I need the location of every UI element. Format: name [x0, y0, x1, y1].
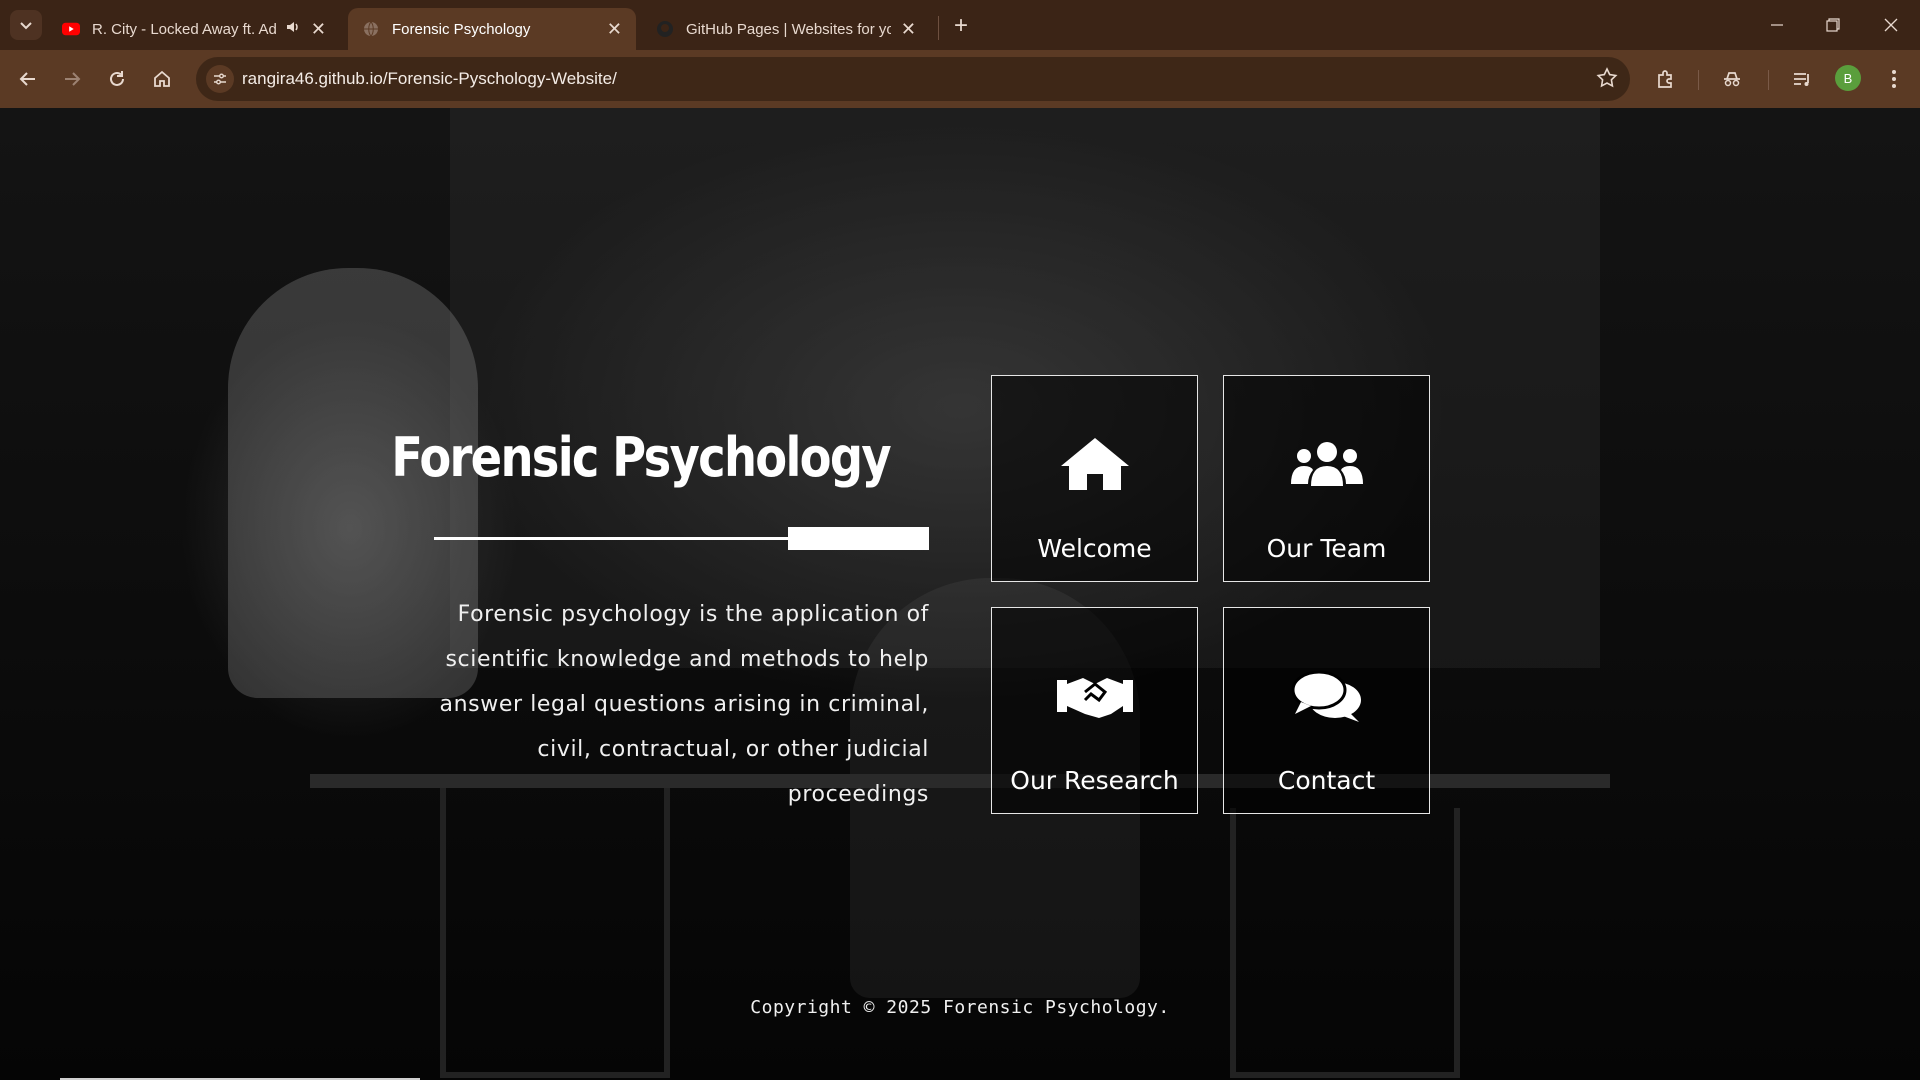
extensions-button[interactable] — [1650, 63, 1682, 95]
handshake-icon — [1055, 666, 1135, 726]
tab-title: R. City - Locked Away ft. Adam Levine — [92, 20, 277, 38]
users-icon — [1289, 434, 1365, 494]
card-label: Welcome — [1037, 534, 1152, 563]
title-underline — [434, 537, 790, 540]
tab-github-pages[interactable]: GitHub Pages | Websites for you and your… — [642, 8, 930, 50]
comments-icon — [1291, 666, 1363, 726]
chevron-down-icon — [20, 22, 32, 30]
close-tab-icon[interactable]: ✕ — [901, 19, 916, 40]
close-tab-icon[interactable]: ✕ — [311, 19, 326, 40]
media-controls-button[interactable] — [1786, 63, 1818, 95]
playlist-icon — [1794, 73, 1809, 86]
tune-icon — [214, 73, 226, 85]
restore-icon — [1826, 18, 1840, 32]
card-label: Contact — [1277, 766, 1376, 795]
minimize-button[interactable] — [1754, 8, 1800, 42]
tab-title: Forensic Psychology — [392, 20, 531, 38]
background-photo — [440, 788, 670, 1078]
title-accent-bar — [788, 527, 929, 550]
globe-icon — [362, 20, 380, 38]
footer-copyright: Copyright © 2025 Forensic Psychology. — [750, 997, 1170, 1018]
toolbar-divider — [1768, 70, 1769, 90]
bookmark-star-icon[interactable] — [1596, 67, 1618, 94]
card-label: Our Team — [1266, 534, 1387, 563]
close-tab-icon[interactable]: ✕ — [607, 19, 622, 40]
youtube-icon — [62, 20, 80, 38]
welcome-card[interactable]: Welcome — [991, 375, 1198, 582]
web-page: Forensic Psychology Forensic psychology … — [0, 108, 1920, 1080]
close-window-button[interactable] — [1868, 8, 1914, 42]
incognito-icon — [1724, 72, 1740, 87]
hero-description: Forensic psychology is the application o… — [439, 602, 929, 807]
arrow-right-icon — [65, 72, 81, 86]
more-vertical-icon — [1892, 70, 1896, 88]
tab-search-button[interactable] — [10, 10, 42, 40]
minimize-icon — [1771, 24, 1783, 26]
tab-title: GitHub Pages | Websites for you and your… — [686, 20, 891, 38]
speaker-icon[interactable] — [285, 19, 301, 39]
reload-icon — [110, 71, 124, 86]
home-icon — [154, 70, 170, 87]
incognito-button[interactable] — [1716, 63, 1748, 95]
our-team-card[interactable]: Our Team — [1223, 375, 1430, 582]
github-icon — [656, 20, 674, 38]
restore-button[interactable] — [1810, 8, 1856, 42]
home-icon — [1059, 434, 1131, 494]
new-tab-button[interactable]: + — [947, 12, 975, 40]
tab-youtube[interactable]: R. City - Locked Away ft. Adam Levine ✕ — [48, 8, 340, 50]
back-button[interactable] — [12, 63, 44, 95]
background-photo — [1230, 808, 1460, 1078]
page-title: Forensic Psychology — [391, 426, 891, 489]
close-icon — [1884, 18, 1898, 32]
menu-button[interactable] — [1878, 63, 1910, 95]
puzzle-icon — [1658, 70, 1672, 88]
site-info-button[interactable] — [206, 65, 234, 93]
reload-button[interactable] — [101, 63, 133, 95]
profile-avatar[interactable]: B — [1835, 65, 1861, 91]
our-research-card[interactable]: Our Research — [991, 607, 1198, 814]
arrow-left-icon — [19, 72, 35, 86]
address-bar[interactable]: rangira46.github.io/Forensic-Pyschology-… — [196, 57, 1630, 101]
forward-button[interactable] — [56, 63, 88, 95]
browser-toolbar: rangira46.github.io/Forensic-Pyschology-… — [0, 50, 1920, 108]
url-text[interactable]: rangira46.github.io/Forensic-Pyschology-… — [242, 69, 617, 89]
tab-forensic-psychology[interactable]: Forensic Psychology ✕ — [348, 8, 636, 50]
tab-separator — [938, 16, 939, 40]
home-button[interactable] — [146, 63, 178, 95]
contact-card[interactable]: Contact — [1223, 607, 1430, 814]
tab-strip: R. City - Locked Away ft. Adam Levine ✕ … — [0, 0, 1920, 50]
card-label: Our Research — [1010, 766, 1179, 795]
toolbar-divider — [1698, 70, 1699, 90]
